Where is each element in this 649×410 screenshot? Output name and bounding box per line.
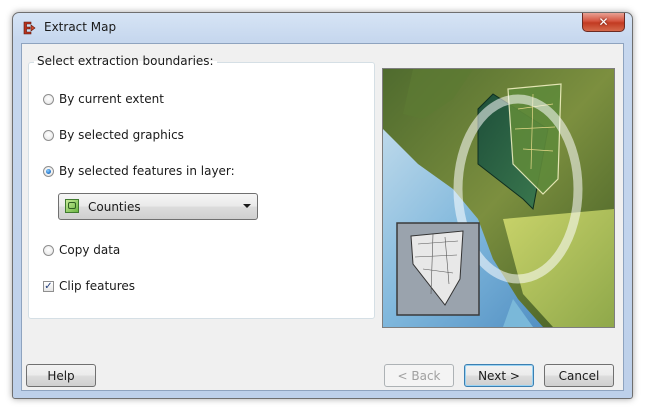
radio-selected-graphics[interactable] <box>43 129 54 141</box>
back-button[interactable]: < Back <box>384 364 454 387</box>
polygon-layer-icon <box>65 199 79 213</box>
cancel-button[interactable]: Cancel <box>544 364 614 387</box>
option-current-extent-label: By current extent <box>59 92 164 106</box>
option-selected-features-label: By selected features in layer: <box>59 164 235 178</box>
extract-map-icon <box>23 21 36 35</box>
option-copy-data-label: Copy data <box>59 243 121 257</box>
title-bar[interactable]: Extract Map ✕ <box>13 13 632 43</box>
radio-copy-data[interactable] <box>43 244 54 256</box>
group-legend: Select extraction boundaries: <box>34 54 217 68</box>
layer-dropdown[interactable]: Counties <box>58 193 258 220</box>
clip-features-checkbox[interactable]: ✓ <box>43 280 54 292</box>
option-clip-features-label: Clip features <box>59 279 136 293</box>
chevron-down-icon <box>243 204 251 208</box>
option-selected-graphics-label: By selected graphics <box>59 128 184 142</box>
dialog-window: Extract Map ✕ Select extraction boundari… <box>12 12 633 399</box>
option-selected-graphics[interactable]: By selected graphics <box>43 128 184 142</box>
option-current-extent[interactable]: By current extent <box>43 92 164 106</box>
help-button[interactable]: Help <box>26 364 96 387</box>
option-selected-features[interactable]: By selected features in layer: <box>43 164 235 178</box>
window-title: Extract Map <box>44 20 117 34</box>
map-illustration-graphic <box>383 69 614 327</box>
close-button[interactable]: ✕ <box>582 13 625 32</box>
option-clip-features[interactable]: ✓ Clip features <box>43 279 135 293</box>
radio-selected-features[interactable] <box>43 165 54 177</box>
extraction-boundaries-group: Select extraction boundaries: By current… <box>28 54 375 319</box>
next-button[interactable]: Next > <box>464 364 534 387</box>
close-icon: ✕ <box>598 15 609 29</box>
dialog-content: Select extraction boundaries: By current… <box>21 43 624 391</box>
extract-map-illustration <box>382 68 615 328</box>
option-copy-data[interactable]: Copy data <box>43 243 120 257</box>
radio-current-extent[interactable] <box>43 93 54 105</box>
layer-dropdown-value: Counties <box>88 200 141 214</box>
